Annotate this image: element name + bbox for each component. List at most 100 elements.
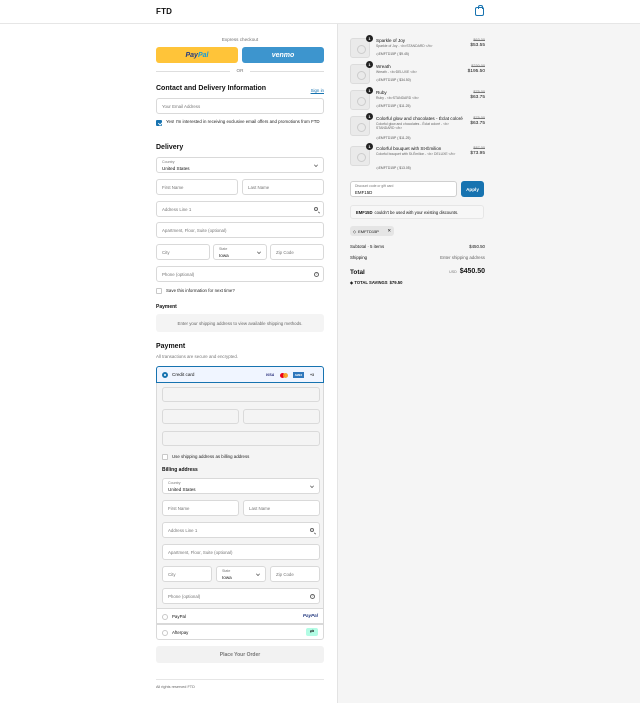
or-divider: OR (156, 68, 324, 74)
subtotal-value: $450.50 (469, 244, 485, 249)
billing-address2-placeholder: Apartment, Floor, Suite (optional) (168, 549, 233, 555)
credit-card-label: Credit card (172, 372, 195, 377)
discount-code-field[interactable]: Discount code or gift card EMF15D (350, 181, 457, 197)
billing-last-name-placeholder: Last Name (249, 505, 271, 511)
address2-placeholder: Apartment, Floor, Suite (optional) (162, 227, 227, 233)
billing-first-name-field[interactable]: First Name (162, 500, 239, 516)
offers-checkbox[interactable] (156, 120, 162, 126)
help-icon[interactable]: ? (310, 594, 315, 599)
paypal-pal-text: Pal (197, 51, 209, 59)
rights-text: All rights reserved FTD (156, 685, 195, 689)
apply-button[interactable]: Apply (461, 181, 484, 197)
shipping-label: Shipping (350, 255, 368, 260)
afterpay-option[interactable]: Afterpay ⇄ (156, 624, 324, 640)
shipping-method-info: Enter your shipping address to view avai… (156, 314, 324, 332)
cart-item: 1 Colorful glow and chocolates - Éclat c… (350, 113, 485, 144)
address1-placeholder: Address Line 1 (162, 206, 192, 212)
afterpay-logo-icon: ⇄ (306, 628, 318, 636)
billing-phone-field[interactable]: Phone (optional) ? (162, 588, 320, 604)
address1-field[interactable]: Address Line 1 (156, 201, 324, 217)
original-price: $75.00 (473, 116, 485, 120)
original-price: $87.00 (473, 146, 485, 150)
save-info-checkbox[interactable] (156, 288, 162, 294)
billing-last-name-field[interactable]: Last Name (243, 500, 320, 516)
sale-price: $195.50 (467, 69, 485, 74)
country-select[interactable]: Country United States (156, 157, 324, 173)
paypal-logo-icon: PayPal (302, 613, 318, 618)
credit-card-form: Use shipping address as billing address … (156, 383, 324, 633)
billing-phone-placeholder: Phone (optional) (168, 593, 201, 599)
last-name-field[interactable]: Last Name (242, 179, 324, 195)
place-order-button[interactable]: Place Your Order (156, 646, 324, 663)
phone-placeholder: Phone (optional) (162, 271, 195, 277)
search-icon (314, 207, 318, 211)
chevron-down-icon (314, 163, 318, 167)
billing-zip-field[interactable]: Zip Code (270, 566, 320, 582)
chevron-down-icon (257, 250, 261, 254)
billing-state-select[interactable]: State Iowa (216, 566, 266, 582)
billing-address1-field[interactable]: Address Line 1 (162, 522, 320, 538)
product-name: Wreath (376, 64, 391, 69)
venmo-express-button[interactable]: venmo (242, 47, 324, 63)
afterpay-radio[interactable] (162, 630, 168, 636)
billing-country-select[interactable]: Country United States (162, 478, 320, 494)
payment-title: Payment (156, 343, 186, 350)
product-variant: Ruby - <b>STANDARD </b> (376, 96, 419, 100)
paypal-express-button[interactable]: Pay Pal (156, 47, 238, 63)
amex-icon: AMEX (293, 372, 304, 378)
email-field[interactable]: Your Email Address (156, 98, 324, 114)
original-price: $230.00 (471, 64, 485, 68)
billing-address1-placeholder: Address Line 1 (168, 527, 198, 533)
billing-city-field[interactable]: City (162, 566, 212, 582)
product-name: Colorful glow and chocolates - Éclat col… (376, 116, 463, 121)
billing-zip-placeholder: Zip Code (276, 571, 294, 577)
applied-discount-tag: ◇ EMFTD15P ✕ (350, 226, 394, 236)
total-label: Total (350, 269, 365, 276)
total-row: Total USD $450.50 (350, 268, 485, 276)
mastercard-icon (279, 372, 288, 378)
paypal-option-label: PayPal (172, 614, 186, 619)
card-number-field[interactable] (162, 387, 320, 402)
credit-card-option[interactable]: Credit card VISA AMEX +3 (156, 366, 324, 383)
discount-code-line: EMFTD15P ( $9.45) (376, 52, 409, 56)
country-value: United States (162, 165, 190, 171)
quantity-badge: 1 (366, 35, 373, 42)
product-variant: Colorful bouquet with St-Émilion - <b> D… (376, 152, 456, 156)
help-icon[interactable]: ? (314, 272, 319, 277)
sign-in-link[interactable]: Sign in (311, 88, 324, 93)
address2-field[interactable]: Apartment, Floor, Suite (optional) (156, 222, 324, 238)
credit-card-radio[interactable] (162, 372, 168, 378)
last-name-placeholder: Last Name (248, 184, 270, 190)
quantity-badge: 1 (366, 143, 373, 150)
paypal-option[interactable]: PayPal PayPal (156, 608, 324, 624)
name-on-card-field[interactable] (162, 431, 320, 446)
sale-price: $53.55 (470, 43, 485, 48)
remove-discount-icon[interactable]: ✕ (387, 228, 391, 234)
sale-price: $63.75 (470, 95, 485, 100)
sale-price: $73.95 (470, 151, 485, 156)
visa-icon: VISA (265, 373, 275, 377)
billing-state-label: State (222, 569, 231, 573)
or-text: OR (236, 68, 244, 73)
use-shipping-checkbox[interactable] (162, 454, 168, 460)
billing-title: Billing address (162, 467, 198, 473)
expiration-field[interactable] (162, 409, 239, 424)
chevron-down-icon (310, 484, 314, 488)
phone-field[interactable]: Phone (optional) ? (156, 266, 324, 282)
first-name-field[interactable]: First Name (156, 179, 238, 195)
total-value-group: USD $450.50 (449, 268, 485, 275)
billing-address2-field[interactable]: Apartment, Floor, Suite (optional) (162, 544, 320, 560)
security-code-field[interactable] (243, 409, 320, 424)
zip-placeholder: Zip Code (276, 249, 294, 255)
shipping-value: Enter shipping address (440, 255, 485, 260)
paypal-radio[interactable] (162, 614, 168, 620)
total-savings: ◈ TOTAL SAVINGS $79.50 (350, 280, 402, 285)
state-select[interactable]: State Iowa (213, 244, 267, 260)
zip-field[interactable]: Zip Code (270, 244, 324, 260)
city-field[interactable]: City (156, 244, 210, 260)
more-cards-text: +3 (309, 373, 315, 377)
afterpay-option-label: Afterpay (172, 630, 189, 635)
state-value: Iowa (219, 252, 229, 258)
shopping-bag-icon[interactable] (475, 5, 484, 16)
brand-logo[interactable]: FTD (156, 7, 172, 16)
